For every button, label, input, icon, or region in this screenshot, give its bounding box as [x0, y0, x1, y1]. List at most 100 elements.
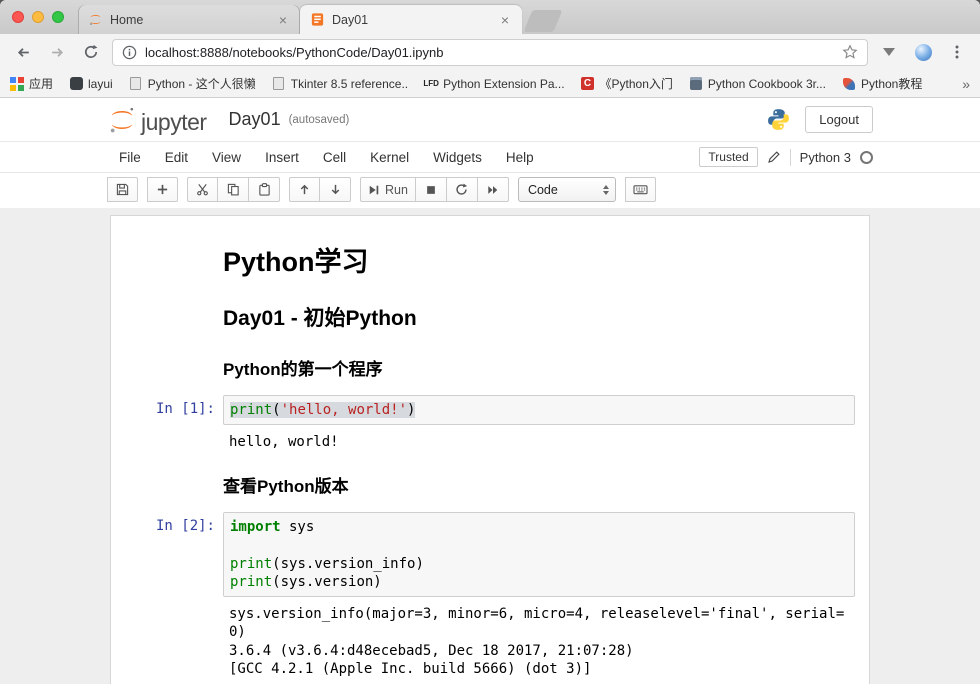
cell-output: hello, world!	[223, 425, 855, 454]
tab-home[interactable]: Home ×	[78, 5, 300, 34]
menu-view[interactable]: View	[200, 150, 253, 165]
markdown-heading: Day01 - 初始Python	[223, 302, 855, 332]
autosave-status: (autosaved)	[289, 114, 350, 126]
dropdown-arrows-icon	[603, 185, 609, 195]
markdown-heading: Python的第一个程序	[223, 355, 855, 380]
bookmark-python-blog[interactable]: Python - 这个人很懒	[129, 75, 256, 92]
move-cell-down-button[interactable]	[320, 177, 351, 202]
markdown-cell[interactable]: 查看Python版本	[123, 459, 857, 507]
input-prompt	[125, 464, 223, 502]
jupyter-favicon-icon	[88, 12, 103, 27]
markdown-heading: 查看Python版本	[223, 472, 855, 497]
add-cell-button[interactable]	[147, 177, 178, 202]
tab-close-icon[interactable]: ×	[276, 12, 290, 28]
bookmark-python-tutorial[interactable]: Python教程	[842, 75, 922, 92]
markdown-heading: Python学习	[223, 240, 855, 279]
code-cell[interactable]: In [1]:print('hello, world!')hello, worl…	[123, 390, 857, 459]
cell-type-dropdown[interactable]: Code	[518, 177, 616, 202]
logout-button[interactable]: Logout	[805, 106, 873, 133]
command-palette-button[interactable]	[625, 177, 656, 202]
menu-help[interactable]: Help	[494, 150, 546, 165]
page-favicon-icon	[272, 77, 286, 91]
bookmark-python-extension[interactable]: LFD Python Extension Pa...	[424, 77, 564, 91]
tab-close-icon[interactable]: ×	[498, 12, 512, 28]
paste-cell-button[interactable]	[249, 177, 280, 202]
copy-cell-button[interactable]	[218, 177, 249, 202]
notebook-menubar: File Edit View Insert Cell Kernel Widget…	[0, 141, 980, 173]
menu-widgets[interactable]: Widgets	[421, 150, 494, 165]
close-window-button[interactable]	[12, 11, 24, 23]
bookmark-star-icon[interactable]	[842, 44, 858, 60]
bookmark-python-cookbook[interactable]: Python Cookbook 3r...	[689, 77, 826, 91]
restart-kernel-button[interactable]	[447, 177, 478, 202]
markdown-cell[interactable]: Day01 - 初始Python	[123, 289, 857, 342]
kernel-status-icon	[860, 151, 873, 164]
back-button[interactable]	[10, 39, 36, 65]
input-prompt: In [2]:	[125, 512, 223, 681]
browser-titlebar: Home × Day01 ×	[0, 0, 980, 34]
run-cell-button[interactable]: Run	[360, 177, 416, 202]
forward-button[interactable]	[44, 39, 70, 65]
input-prompt	[125, 231, 223, 284]
extension-globe-icon[interactable]	[910, 39, 936, 65]
chrome-menu-icon[interactable]	[944, 39, 970, 65]
download-indicator-icon[interactable]	[876, 39, 902, 65]
tab-strip: Home × Day01 ×	[78, 0, 558, 34]
menu-kernel[interactable]: Kernel	[358, 150, 421, 165]
book-favicon-icon	[689, 77, 703, 91]
notebook-container: Python学习Day01 - 初始PythonPython的第一个程序In […	[110, 215, 870, 684]
trusted-badge[interactable]: Trusted	[699, 147, 757, 167]
jupyter-logo[interactable]: jupyter	[107, 106, 207, 134]
markdown-cell[interactable]: Python学习	[123, 226, 857, 289]
zoom-window-button[interactable]	[52, 11, 64, 23]
bookmark-tkinter-reference[interactable]: Tkinter 8.5 reference..	[272, 77, 408, 91]
jupyter-header: jupyter Day01 (autosaved) Logout	[0, 98, 980, 141]
browser-navbar: localhost:8888/notebooks/PythonCode/Day0…	[0, 34, 980, 70]
site-info-icon[interactable]	[122, 45, 137, 60]
minimize-window-button[interactable]	[32, 11, 44, 23]
menu-edit[interactable]: Edit	[153, 150, 200, 165]
refresh-button[interactable]	[78, 39, 104, 65]
notebook-toolbar: Run Code	[0, 173, 980, 208]
save-button[interactable]	[107, 177, 138, 202]
code-editor[interactable]: print('hello, world!')	[223, 395, 855, 425]
move-cell-up-button[interactable]	[289, 177, 320, 202]
bookmarks-bar: 应用 layui Python - 这个人很懒 Tkinter 8.5 refe…	[0, 70, 980, 98]
c-site-favicon-icon: C	[581, 77, 595, 91]
notebook-body: Python学习Day01 - 初始PythonPython的第一个程序In […	[0, 208, 980, 684]
restart-run-all-button[interactable]	[478, 177, 509, 202]
page-favicon-icon	[129, 77, 143, 91]
menu-cell[interactable]: Cell	[311, 150, 358, 165]
markdown-cell[interactable]: Python的第一个程序	[123, 342, 857, 390]
traffic-lights	[12, 11, 64, 23]
edit-mode-pencil-icon	[767, 150, 781, 164]
url-text[interactable]: localhost:8888/notebooks/PythonCode/Day0…	[145, 45, 834, 60]
address-bar[interactable]: localhost:8888/notebooks/PythonCode/Day0…	[112, 39, 868, 66]
jupyter-brand-text: jupyter	[141, 111, 207, 134]
new-tab-button[interactable]	[524, 10, 563, 32]
input-prompt	[125, 347, 223, 385]
bookmark-apps[interactable]: 应用	[10, 75, 53, 92]
bookmarks-overflow-chevron[interactable]: »	[962, 76, 970, 92]
feather-favicon-icon	[842, 77, 856, 91]
input-prompt	[125, 294, 223, 337]
tab-day01[interactable]: Day01 ×	[300, 5, 522, 34]
cell-output: sys.version_info(major=3, minor=6, micro…	[223, 597, 855, 681]
code-editor[interactable]: import sys print(sys.version_info)print(…	[223, 512, 855, 597]
notebook-title[interactable]: Day01	[229, 109, 281, 130]
kernel-name[interactable]: Python 3	[800, 150, 851, 165]
code-cell[interactable]: In [2]:import sys print(sys.version_info…	[123, 507, 857, 684]
menu-insert[interactable]: Insert	[253, 150, 311, 165]
input-prompt: In [1]:	[125, 395, 223, 454]
bookmark-python-intro[interactable]: C 《Python入门	[581, 75, 673, 92]
tab-title: Day01	[332, 13, 491, 27]
jupyter-logo-icon	[107, 106, 137, 134]
browser-window: Home × Day01 ×	[0, 0, 980, 684]
interrupt-kernel-button[interactable]	[416, 177, 447, 202]
apps-grid-icon	[10, 77, 24, 91]
bookmark-layui[interactable]: layui	[69, 77, 113, 91]
python-logo-icon	[766, 107, 791, 132]
notebook-favicon-icon	[310, 12, 325, 27]
cut-cell-button[interactable]	[187, 177, 218, 202]
menu-file[interactable]: File	[107, 150, 153, 165]
